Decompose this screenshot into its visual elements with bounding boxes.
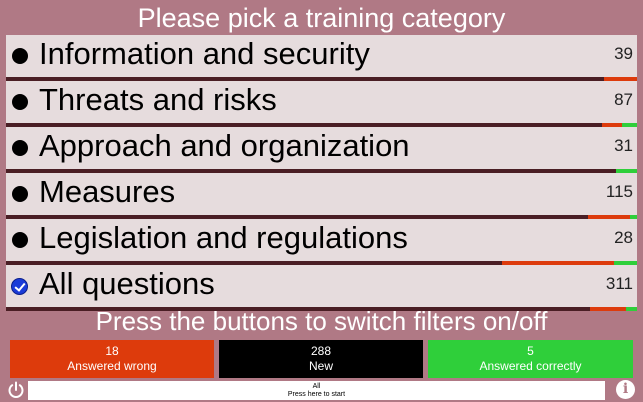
page-title: Please pick a training category	[137, 3, 506, 33]
filter-new-button[interactable]: 288 New	[219, 340, 423, 378]
category-item-information-and-security[interactable]: Information and security 39	[6, 35, 637, 81]
category-label: Approach and organization	[39, 128, 410, 163]
bullet-icon	[12, 140, 28, 156]
category-label: Information and security	[39, 36, 370, 71]
checkmark-icon	[11, 278, 28, 295]
category-item-threats-and-risks[interactable]: Threats and risks 87	[6, 81, 637, 127]
filter-count: 5	[527, 344, 534, 358]
category-count: 115	[605, 182, 633, 201]
bullet-icon	[12, 94, 28, 110]
category-item-approach-and-organization[interactable]: Approach and organization 31	[6, 127, 637, 173]
bullet-icon	[12, 48, 28, 64]
filter-bar: 18 Answered wrong 288 New 5 Answered cor…	[10, 340, 633, 378]
filter-label: New	[308, 359, 333, 373]
category-list: Information and security 39 Threats and …	[6, 35, 637, 311]
category-count: 87	[614, 90, 633, 109]
start-button[interactable]: All Press here to start	[28, 381, 605, 400]
filter-count: 18	[105, 344, 119, 358]
bullet-icon	[12, 232, 28, 248]
filter-label: Answered wrong	[67, 359, 157, 373]
start-label: Press here to start	[287, 391, 346, 398]
power-icon[interactable]	[7, 381, 25, 399]
category-count: 31	[614, 136, 633, 155]
category-label: Measures	[39, 174, 176, 209]
category-count: 39	[614, 44, 633, 63]
category-label: Threats and risks	[39, 82, 277, 117]
category-count: 28	[614, 228, 633, 247]
category-count: 311	[605, 274, 633, 293]
category-item-measures[interactable]: Measures 115	[6, 173, 637, 219]
bottom-bar: All Press here to start i	[0, 379, 643, 402]
bullet-icon	[12, 186, 28, 202]
filter-hint: Press the buttons to switch filters on/o…	[95, 306, 548, 336]
filter-answered-correctly-button[interactable]: 5 Answered correctly	[428, 340, 633, 378]
filter-count: 288	[310, 344, 332, 358]
category-item-legislation-and-regulations[interactable]: Legislation and regulations 28	[6, 219, 637, 265]
info-icon[interactable]: i	[616, 380, 635, 399]
filter-label: Answered correctly	[479, 359, 582, 373]
filter-answered-wrong-button[interactable]: 18 Answered wrong	[10, 340, 214, 378]
category-label: All questions	[39, 266, 215, 301]
category-label: Legislation and regulations	[39, 220, 408, 255]
start-filter-label: All	[312, 383, 321, 390]
